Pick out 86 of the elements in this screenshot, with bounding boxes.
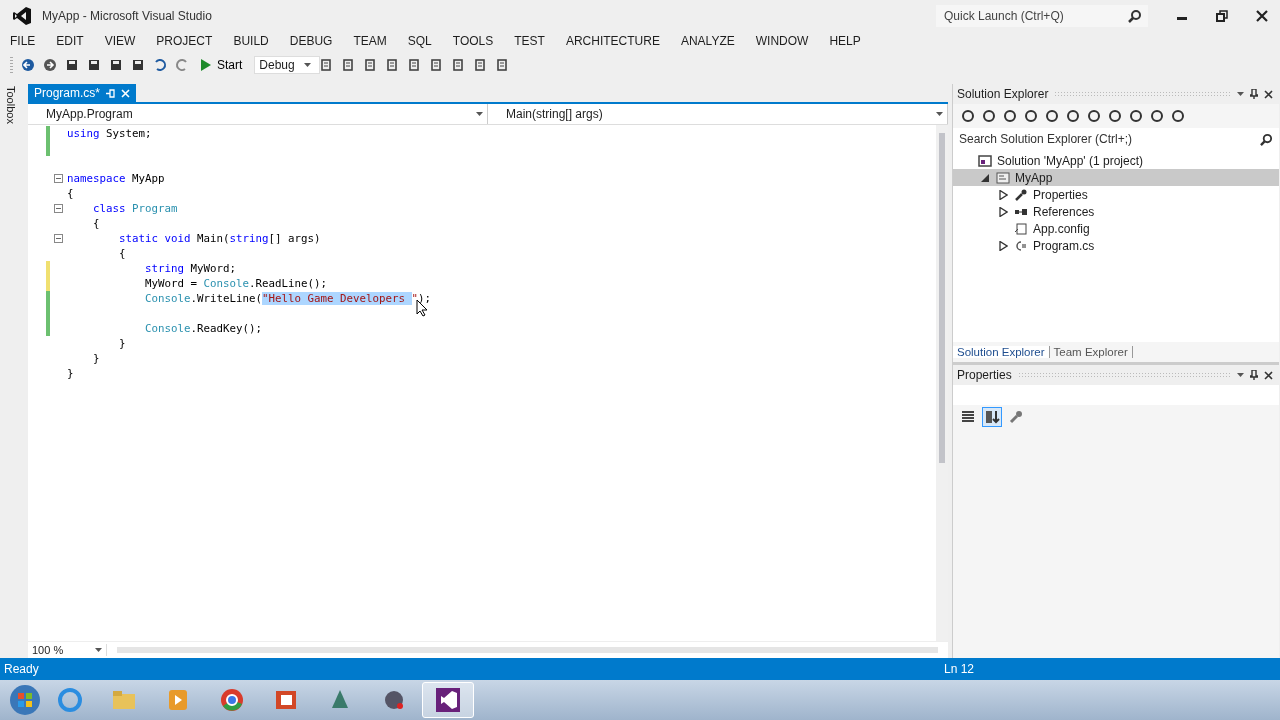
code-line: namespace MyApp bbox=[67, 172, 165, 185]
dropdown-caret-icon[interactable] bbox=[304, 62, 312, 68]
collapsed-icon[interactable] bbox=[999, 189, 1008, 200]
code-line: } bbox=[92, 352, 100, 365]
code-line: using System; bbox=[67, 127, 152, 140]
toolbox-tab[interactable]: Toolbox bbox=[5, 86, 17, 124]
panel-tab[interactable]: Solution Explorer bbox=[953, 346, 1050, 358]
collapsed-icon[interactable] bbox=[999, 240, 1008, 251]
dropdown-caret-icon[interactable] bbox=[95, 647, 102, 653]
tree-item[interactable]: Program.cs bbox=[953, 237, 1279, 254]
expanded-icon[interactable] bbox=[981, 172, 990, 183]
toolbar-forward-icon[interactable] bbox=[43, 58, 57, 72]
code-line: { bbox=[118, 247, 126, 260]
tree-item[interactable]: Solution 'MyApp' (1 project) bbox=[953, 152, 1279, 169]
panel-menu-icon[interactable] bbox=[1237, 372, 1244, 378]
menu-item[interactable]: TOOLS bbox=[452, 33, 494, 48]
menu-item[interactable]: DEBUG bbox=[289, 33, 333, 48]
status-text: Ready bbox=[4, 662, 39, 676]
restore-icon[interactable] bbox=[1216, 10, 1228, 22]
close-icon[interactable] bbox=[1256, 10, 1268, 22]
menu-item[interactable]: FILE bbox=[10, 33, 36, 48]
panel-tab[interactable]: Team Explorer bbox=[1049, 346, 1133, 358]
menu-item[interactable]: BUILD bbox=[233, 33, 269, 48]
studio-logo-icon bbox=[12, 6, 32, 26]
close-tab-icon[interactable] bbox=[121, 88, 131, 98]
code-line: { bbox=[67, 187, 74, 200]
toolbar-back-icon[interactable] bbox=[21, 58, 35, 72]
dropdown-caret-icon[interactable] bbox=[936, 111, 943, 117]
code-line: Console.ReadKey(); bbox=[144, 322, 263, 335]
dropdown-caret-icon[interactable] bbox=[476, 111, 483, 117]
code-line: MyWord = Console.ReadLine(); bbox=[144, 277, 328, 290]
menu-item[interactable]: TEST bbox=[514, 33, 545, 48]
zoom-dropdown[interactable]: 100 % bbox=[32, 644, 64, 656]
code-line: Console.WriteLine("Hello Game Developers "); bbox=[144, 292, 432, 305]
csharp-file-icon bbox=[1014, 239, 1028, 252]
code-line: } bbox=[67, 367, 74, 380]
code-line: } bbox=[118, 337, 126, 350]
solution-icon bbox=[978, 154, 992, 167]
tree-item[interactable]: References bbox=[953, 203, 1279, 220]
toolbar-undo-icon[interactable] bbox=[153, 58, 167, 72]
tree-item[interactable]: MyApp bbox=[953, 169, 1279, 186]
menu-item[interactable]: VIEW bbox=[104, 33, 136, 48]
menu-item[interactable]: PROJECT bbox=[156, 33, 213, 48]
start-orb-icon[interactable] bbox=[8, 683, 42, 717]
code-line: class Program bbox=[92, 202, 178, 215]
menu-item[interactable]: WINDOW bbox=[755, 33, 809, 48]
menu-item[interactable]: SQL bbox=[407, 33, 432, 48]
horizontal-scrollbar[interactable] bbox=[117, 647, 938, 653]
project-icon bbox=[996, 171, 1010, 184]
pin-icon[interactable] bbox=[1250, 370, 1258, 380]
menu-item[interactable]: ARCHITECTURE bbox=[565, 33, 660, 48]
panel-title: Properties bbox=[957, 368, 1012, 382]
collapsed-icon[interactable] bbox=[999, 206, 1008, 217]
panel-title: Solution Explorer bbox=[957, 87, 1049, 101]
tree-item[interactable]: App.config bbox=[953, 220, 1279, 237]
search-icon[interactable] bbox=[1128, 9, 1142, 23]
search-icon[interactable] bbox=[1260, 132, 1273, 146]
taskbar-studio-icon[interactable] bbox=[422, 682, 474, 718]
close-icon[interactable] bbox=[1264, 89, 1273, 99]
quick-launch-field[interactable]: Quick Launch (Ctrl+Q) bbox=[936, 5, 1148, 27]
config-file-icon bbox=[1014, 222, 1028, 235]
code-line: { bbox=[92, 217, 100, 230]
categorized-icon[interactable] bbox=[961, 410, 975, 424]
close-icon[interactable] bbox=[1264, 370, 1273, 380]
panel-menu-icon[interactable] bbox=[1237, 91, 1244, 97]
line-number-text: Ln 12 bbox=[943, 662, 974, 676]
menu-item[interactable]: EDIT bbox=[56, 33, 84, 48]
vertical-scrollbar[interactable] bbox=[936, 125, 948, 641]
configuration-dropdown[interactable]: Debug bbox=[254, 56, 321, 74]
toolbar-redo-icon[interactable] bbox=[175, 58, 189, 72]
code-line: static void Main(string[] args) bbox=[118, 232, 321, 245]
menu-item[interactable]: ANALYZE bbox=[680, 33, 735, 48]
toolbar-save-icon[interactable] bbox=[109, 58, 123, 72]
type-dropdown[interactable]: MyApp.Program bbox=[46, 107, 133, 121]
play-icon bbox=[201, 59, 211, 71]
start-button[interactable]: Start bbox=[197, 56, 247, 74]
document-tab[interactable]: Program.cs* bbox=[28, 84, 137, 102]
tree-item[interactable]: Properties bbox=[953, 186, 1279, 203]
code-line: string MyWord; bbox=[144, 262, 237, 275]
menu-item[interactable]: TEAM bbox=[353, 33, 387, 48]
menu-item[interactable]: HELP bbox=[829, 33, 861, 48]
pin-icon[interactable] bbox=[1250, 89, 1258, 99]
alphabetical-icon[interactable] bbox=[982, 407, 1002, 427]
member-dropdown[interactable]: Main(string[] args) bbox=[506, 107, 603, 121]
search-field[interactable]: Search Solution Explorer (Ctrl+;) bbox=[953, 128, 1279, 150]
window-title: MyApp - Microsoft Visual Studio bbox=[42, 9, 212, 23]
